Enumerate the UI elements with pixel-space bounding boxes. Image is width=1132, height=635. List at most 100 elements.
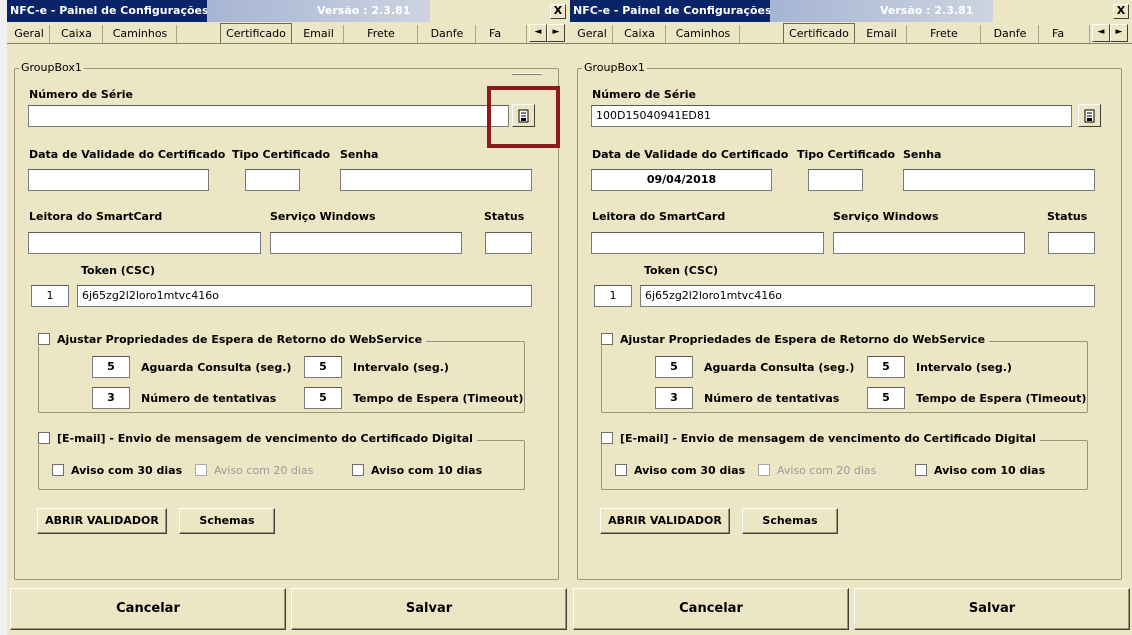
serial-number-label: Número de Série bbox=[592, 88, 696, 101]
email-checkbox[interactable] bbox=[38, 432, 50, 444]
tab-certificado[interactable]: Certificado bbox=[783, 23, 855, 43]
status-input[interactable] bbox=[485, 232, 532, 254]
webservice-checkbox[interactable] bbox=[601, 333, 613, 345]
wait-consulta-input[interactable]: 5 bbox=[655, 356, 693, 378]
open-validator-button[interactable]: ABRIR VALIDADOR bbox=[37, 508, 167, 534]
timeout-input[interactable]: 5 bbox=[867, 387, 905, 409]
attempts-input[interactable]: 3 bbox=[92, 387, 130, 409]
tab-email[interactable]: Email bbox=[857, 25, 907, 43]
tab-danfe[interactable]: Danfe bbox=[982, 25, 1039, 43]
aviso-20-option[interactable]: Aviso com 20 dias bbox=[195, 464, 313, 477]
tab-fa[interactable]: Fa bbox=[1040, 25, 1090, 43]
tab-fa[interactable]: Fa bbox=[477, 25, 527, 43]
tab-caminhos[interactable]: Caminhos bbox=[104, 25, 177, 43]
tab-email[interactable]: Email bbox=[294, 25, 344, 43]
email-checkbox[interactable] bbox=[601, 432, 613, 444]
groupbox bbox=[14, 68, 559, 580]
open-validator-button[interactable]: ABRIR VALIDADOR bbox=[600, 508, 730, 534]
groupbox-title: GroupBox1 bbox=[19, 61, 84, 74]
token-value-input[interactable]: 6j65zg2l2loro1mtvc416o bbox=[77, 285, 532, 307]
wait-consulta-label: Aguarda Consulta (seg.) bbox=[141, 361, 292, 374]
schemas-button[interactable]: Schemas bbox=[179, 508, 275, 534]
aviso-30-option[interactable]: Aviso com 30 dias bbox=[615, 464, 745, 477]
webservice-header: Ajustar Propriedades de Espera de Retorn… bbox=[38, 333, 427, 346]
tab-geral[interactable]: Geral bbox=[9, 25, 50, 43]
tab-certificado[interactable]: Certificado bbox=[220, 23, 292, 43]
browse-certificate-button[interactable] bbox=[1078, 104, 1101, 127]
password-label: Senha bbox=[903, 148, 942, 161]
aviso-20-option[interactable]: Aviso com 20 dias bbox=[758, 464, 876, 477]
cert-type-label: Tipo Certificado bbox=[232, 148, 331, 161]
cancel-button[interactable]: Cancelar bbox=[573, 588, 849, 630]
tab-scroll-left-button[interactable]: ◄ bbox=[529, 24, 547, 42]
token-id-input[interactable]: 1 bbox=[31, 285, 69, 307]
email-title: [E-mail] - Envio de mensagem de vencimen… bbox=[57, 432, 473, 445]
groupbox-title: GroupBox1 bbox=[582, 61, 647, 74]
windows-service-input[interactable] bbox=[833, 232, 1025, 254]
status-input[interactable] bbox=[1048, 232, 1095, 254]
status-label: Status bbox=[1047, 210, 1088, 223]
wait-consulta-input[interactable]: 5 bbox=[92, 356, 130, 378]
windows-service-input[interactable] bbox=[270, 232, 462, 254]
cancel-button[interactable]: Cancelar bbox=[10, 588, 286, 630]
validity-input[interactable]: 09/04/2018 bbox=[591, 169, 772, 191]
tab-frete[interactable]: Frete bbox=[345, 25, 418, 43]
tab-caminhos[interactable]: Caminhos bbox=[667, 25, 740, 43]
validity-label: Data de Validade do Certificado bbox=[592, 148, 789, 161]
attempts-input[interactable]: 3 bbox=[655, 387, 693, 409]
config-window-right: NFC-e - Painel de Configurações Versão :… bbox=[570, 0, 1132, 635]
highlight-box bbox=[487, 86, 560, 148]
save-button[interactable]: Salvar bbox=[854, 588, 1130, 630]
schemas-button[interactable]: Schemas bbox=[742, 508, 838, 534]
timeout-input[interactable]: 5 bbox=[304, 387, 342, 409]
password-input[interactable] bbox=[903, 169, 1095, 191]
certificate-browse-icon bbox=[1084, 109, 1095, 123]
token-id-input[interactable]: 1 bbox=[594, 285, 632, 307]
token-label: Token (CSC) bbox=[81, 264, 156, 277]
smartcard-label: Leitora do SmartCard bbox=[592, 210, 726, 223]
tab-scroll-left-button[interactable]: ◄ bbox=[1092, 24, 1110, 42]
serial-number-label: Número de Série bbox=[29, 88, 133, 101]
tab-scroll-right-button[interactable]: ► bbox=[1110, 24, 1128, 42]
wait-consulta-label: Aguarda Consulta (seg.) bbox=[704, 361, 855, 374]
status-label: Status bbox=[484, 210, 525, 223]
windows-service-label: Serviço Windows bbox=[833, 210, 939, 223]
webservice-checkbox[interactable] bbox=[38, 333, 50, 345]
tab-scroll-right-button[interactable]: ► bbox=[547, 24, 565, 42]
password-input[interactable] bbox=[340, 169, 532, 191]
interval-input[interactable]: 5 bbox=[304, 356, 342, 378]
interval-input[interactable]: 5 bbox=[867, 356, 905, 378]
windows-service-label: Serviço Windows bbox=[270, 210, 376, 223]
tab-danfe[interactable]: Danfe bbox=[419, 25, 476, 43]
smartcard-input[interactable] bbox=[591, 232, 824, 254]
interval-label: Intervalo (seg.) bbox=[353, 361, 449, 374]
groupbox-decoration bbox=[512, 73, 542, 75]
smartcard-input[interactable] bbox=[28, 232, 261, 254]
tab-geral[interactable]: Geral bbox=[572, 25, 613, 43]
title-bar: NFC-e - Painel de Configurações Versão :… bbox=[7, 0, 570, 22]
close-button[interactable]: X bbox=[1113, 4, 1129, 19]
config-window-left: NFC-e - Painel de Configurações Versão :… bbox=[7, 0, 570, 635]
close-button[interactable]: X bbox=[550, 4, 566, 19]
attempts-label: Número de tentativas bbox=[141, 392, 277, 405]
tab-caixa[interactable]: Caixa bbox=[51, 25, 103, 43]
tab-strip: Geral Caixa Caminhos Certificado Email F… bbox=[7, 22, 570, 44]
cert-type-label: Tipo Certificado bbox=[797, 148, 896, 161]
tab-strip: Geral Caixa Caminhos Certificado Email F… bbox=[570, 22, 1132, 44]
cert-type-input[interactable] bbox=[808, 169, 863, 191]
window-title: NFC-e - Painel de Configurações bbox=[570, 0, 772, 22]
save-button[interactable]: Salvar bbox=[291, 588, 567, 630]
token-value-input[interactable]: 6j65zg2l2loro1mtvc416o bbox=[640, 285, 1095, 307]
serial-number-input[interactable] bbox=[28, 105, 509, 127]
cert-type-input[interactable] bbox=[245, 169, 300, 191]
aviso-10-option[interactable]: Aviso com 10 dias bbox=[915, 464, 1045, 477]
aviso-30-option[interactable]: Aviso com 30 dias bbox=[52, 464, 182, 477]
email-header: [E-mail] - Envio de mensagem de vencimen… bbox=[601, 432, 1040, 445]
aviso-10-option[interactable]: Aviso com 10 dias bbox=[352, 464, 482, 477]
tab-frete[interactable]: Frete bbox=[908, 25, 981, 43]
validity-input[interactable] bbox=[28, 169, 209, 191]
serial-number-input[interactable]: 100D15040941ED81 bbox=[591, 105, 1072, 127]
tab-caixa[interactable]: Caixa bbox=[614, 25, 666, 43]
tab-scroll: ◄ ► bbox=[529, 24, 565, 42]
timeout-label: Tempo de Espera (Timeout) bbox=[353, 392, 524, 405]
